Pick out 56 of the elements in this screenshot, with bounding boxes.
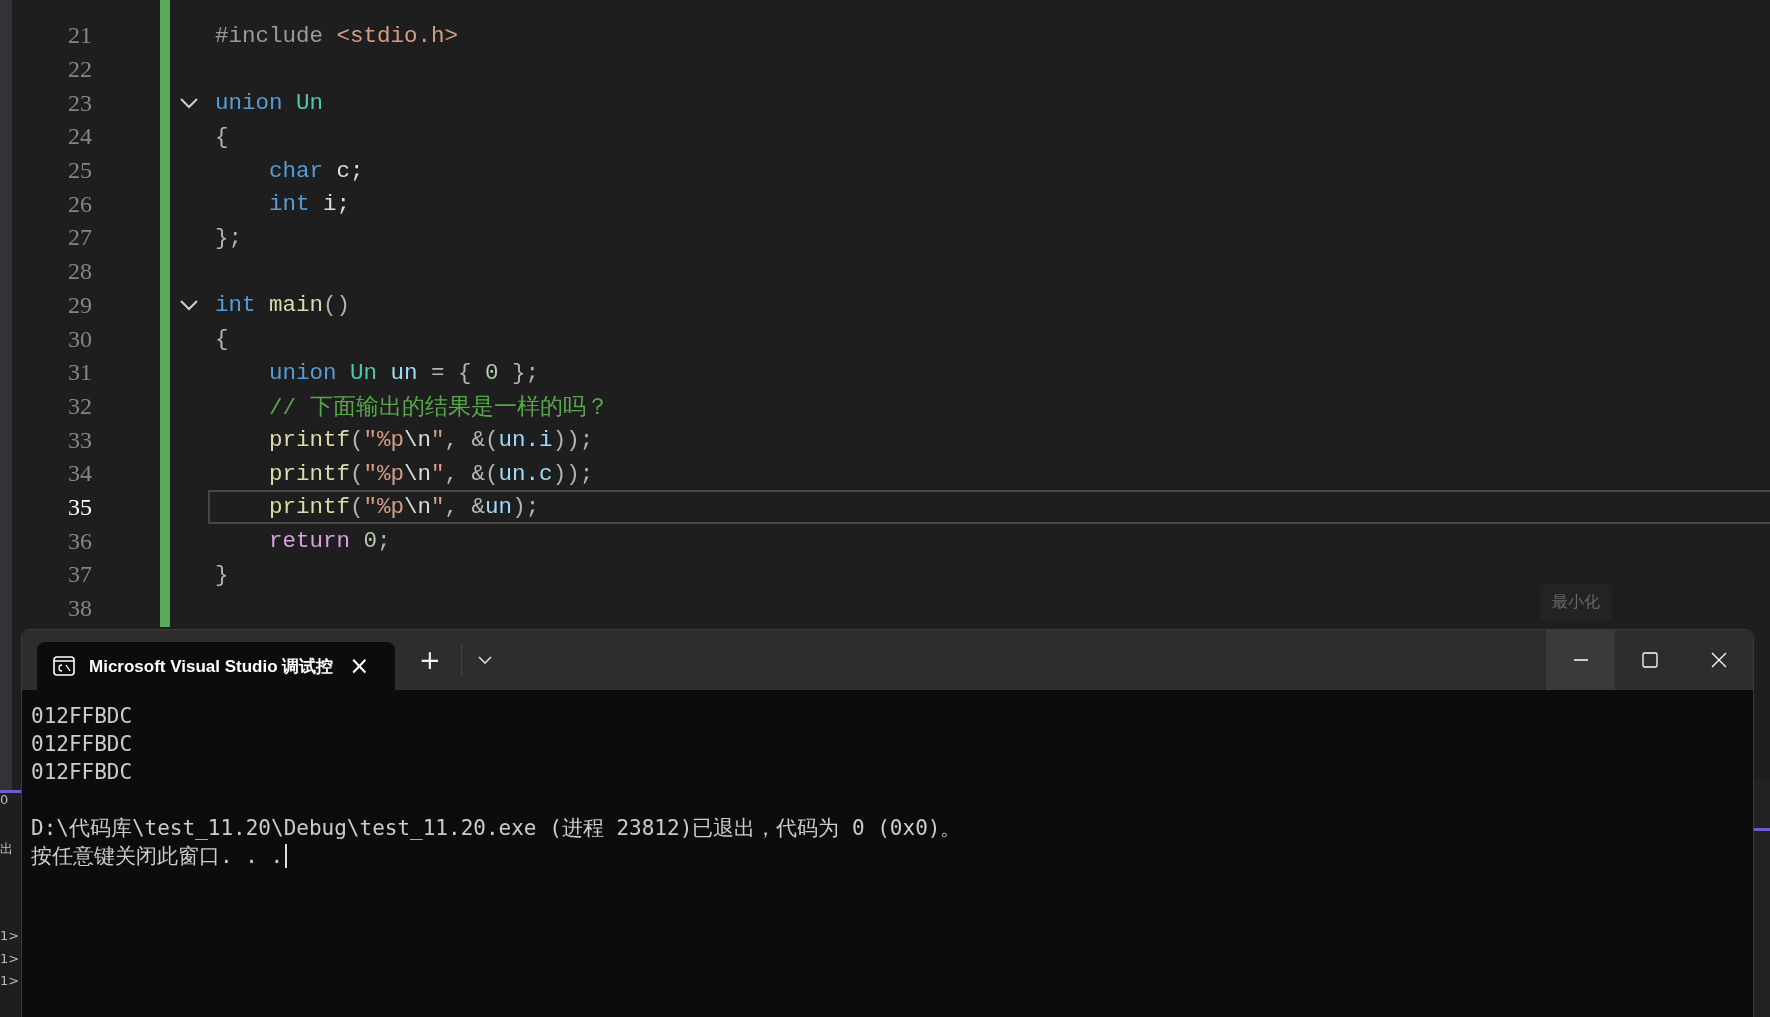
collapse-icon[interactable] <box>180 299 198 312</box>
terminal-icon <box>53 656 75 676</box>
output-text: 0 <box>0 793 9 808</box>
line-number: 25 <box>68 157 92 185</box>
line-number: 26 <box>68 190 92 218</box>
output-text: 1> <box>0 928 20 944</box>
line-number: 36 <box>68 527 92 555</box>
code-line: printf("%p\n", &(un.i)); <box>268 427 594 454</box>
code-line: { <box>215 326 229 353</box>
tooltip: 最小化 <box>1540 584 1612 621</box>
code-line: return 0; <box>268 528 391 555</box>
code-line: } <box>215 561 229 588</box>
terminal-tab[interactable]: Microsoft Visual Studio 调试控 × <box>37 642 395 690</box>
tab-title: Microsoft Visual Studio 调试控 <box>89 655 334 678</box>
code-line: char c; <box>268 157 364 184</box>
line-number: 37 <box>68 561 92 589</box>
code-line: int i; <box>268 191 351 218</box>
code-line: printf("%p\n", &un); <box>268 494 540 521</box>
line-number: 27 <box>68 224 92 252</box>
line-number: 31 <box>68 359 92 387</box>
code-line: union Un un = { 0 }; <box>268 359 540 386</box>
tab-close-button[interactable]: × <box>343 654 376 678</box>
line-number: 29 <box>68 291 92 319</box>
line-number: 28 <box>68 258 92 286</box>
code-line: int main() <box>215 292 351 319</box>
output-text: 1> <box>0 973 20 989</box>
new-tab-button[interactable]: + <box>413 647 447 673</box>
code-line: }; <box>215 224 242 251</box>
line-number: 30 <box>68 325 92 353</box>
line-number: 23 <box>68 89 92 117</box>
line-number: 33 <box>68 426 92 454</box>
console-output: D:\代码库\test_11.20\Debug\test_11.20.exe (进程 23812)已退出，代码为 0 (0x0)。 <box>31 815 962 842</box>
output-text: 1> <box>0 951 20 967</box>
console-output: 按任意键关闭此窗口. . . <box>31 843 284 870</box>
console-output: 012FFBDC <box>31 731 133 758</box>
maximize-icon <box>1641 652 1658 668</box>
line-number: 32 <box>68 392 92 420</box>
line-number: 34 <box>68 460 92 488</box>
text-cursor <box>285 844 288 868</box>
line-number: 35 <box>68 493 92 521</box>
collapse-icon[interactable] <box>180 97 198 110</box>
code-line: { <box>215 123 229 150</box>
output-text: 出 <box>0 841 13 857</box>
dropdown-caret-icon[interactable] <box>477 656 492 664</box>
line-number: 24 <box>68 123 92 151</box>
line-number: 22 <box>68 56 92 84</box>
code-line: // 下面输出的结果是一样的吗？ <box>268 393 609 422</box>
code-line: printf("%p\n", &(un.c)); <box>268 460 594 487</box>
line-number: 21 <box>68 22 92 50</box>
line-number: 38 <box>68 595 92 623</box>
console-output: 012FFBDC <box>31 703 133 730</box>
console-output: 012FFBDC <box>31 759 133 786</box>
code-line: #include <stdio.h> <box>215 22 459 49</box>
code-line: union Un <box>215 90 324 117</box>
close-icon <box>1710 652 1727 668</box>
minimize-icon <box>1572 659 1589 661</box>
